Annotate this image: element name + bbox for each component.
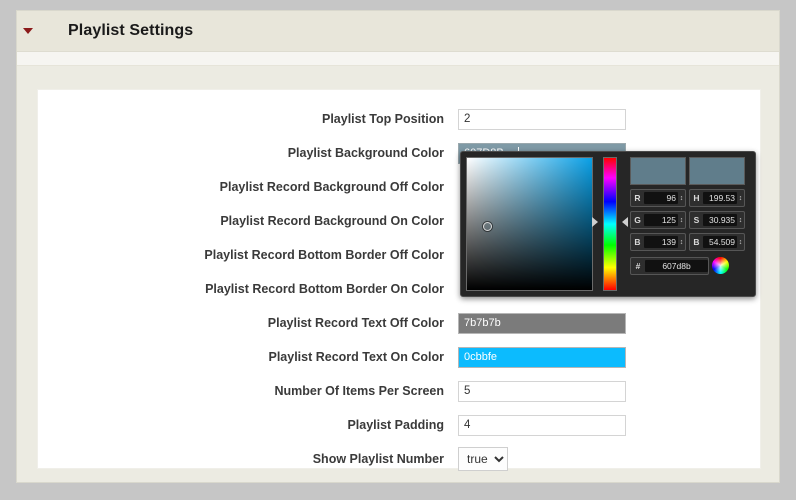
field-green-key: G xyxy=(634,215,641,225)
form-row-playlist-top-position: Playlist Top Position xyxy=(38,102,760,136)
form-row-record-text-off-color: Playlist Record Text Off Color xyxy=(38,306,760,340)
field-red[interactable]: R 96 ↕ xyxy=(630,189,686,207)
field-blue-key: B xyxy=(634,237,641,247)
label-playlist-padding: Playlist Padding xyxy=(347,418,444,432)
select-show-playlist-number[interactable]: true false xyxy=(458,447,508,471)
spinner-brightness-icon[interactable]: ↕ xyxy=(737,239,744,246)
label-playlist-background-color: Playlist Background Color xyxy=(287,146,444,160)
field-red-value[interactable]: 96 xyxy=(644,192,678,204)
color-value-fields: R 96 ↕ H 199.53 ↕ G 125 ↕ S 30.935 ↕ B 1… xyxy=(630,157,748,291)
preview-swatch-previous xyxy=(630,157,686,185)
label-record-bottom-border-off-color: Playlist Record Bottom Border Off Color xyxy=(204,248,444,262)
field-brightness-value[interactable]: 54.509 xyxy=(703,236,737,248)
input-record-text-on-color[interactable] xyxy=(458,346,626,368)
field-green-value[interactable]: 125 xyxy=(644,214,678,226)
label-record-background-off-color: Playlist Record Background Off Color xyxy=(219,180,444,194)
field-hex[interactable]: # 607d8b xyxy=(630,257,709,275)
spinner-green-icon[interactable]: ↕ xyxy=(678,217,685,224)
preview-swatch-current xyxy=(689,157,745,185)
field-saturation-value[interactable]: 30.935 xyxy=(703,214,737,226)
spinner-blue-icon[interactable]: ↕ xyxy=(678,239,685,246)
field-saturation-key: S xyxy=(693,215,700,225)
form-row-record-text-on-color: Playlist Record Text On Color xyxy=(38,340,760,374)
label-playlist-top-position: Playlist Top Position xyxy=(321,112,444,126)
input-number-of-items-per-screen[interactable] xyxy=(458,380,626,402)
spinner-red-icon[interactable]: ↕ xyxy=(678,195,685,202)
toolbar-strip xyxy=(17,52,779,66)
label-number-of-items-per-screen: Number Of Items Per Screen xyxy=(274,384,444,398)
field-blue[interactable]: B 139 ↕ xyxy=(630,233,686,251)
spinner-saturation-icon[interactable]: ↕ xyxy=(737,217,744,224)
label-show-playlist-number: Show Playlist Number xyxy=(312,452,444,466)
hue-slider-bar[interactable] xyxy=(603,157,617,291)
spinner-hue-icon[interactable]: ↕ xyxy=(737,195,744,202)
label-record-text-off-color: Playlist Record Text Off Color xyxy=(267,316,444,330)
label-record-background-on-color: Playlist Record Background On Color xyxy=(220,214,444,228)
field-hex-value[interactable]: 607d8b xyxy=(645,260,708,272)
color-wheel-icon[interactable] xyxy=(712,257,729,274)
hue-arrow-right-icon[interactable] xyxy=(622,217,628,227)
field-brightness[interactable]: B 54.509 ↕ xyxy=(689,233,745,251)
field-brightness-key: B xyxy=(693,237,700,247)
field-hue-key: H xyxy=(693,193,700,203)
screenshot-root: Playlist Settings Playlist Top Position … xyxy=(0,0,796,500)
hue-slider-area[interactable] xyxy=(592,157,628,291)
page-title: Playlist Settings xyxy=(68,22,194,39)
field-blue-value[interactable]: 139 xyxy=(644,236,678,248)
hue-arrow-left-icon[interactable] xyxy=(592,217,598,227)
field-red-key: R xyxy=(634,193,641,203)
caret-down-icon[interactable] xyxy=(23,28,33,34)
field-saturation[interactable]: S 30.935 ↕ xyxy=(689,211,745,229)
form-row-show-playlist-number: Show Playlist Number true false xyxy=(38,442,760,476)
field-green[interactable]: G 125 ↕ xyxy=(630,211,686,229)
label-record-text-on-color: Playlist Record Text On Color xyxy=(268,350,444,364)
input-playlist-padding[interactable] xyxy=(458,414,626,436)
saturation-value-gradient[interactable] xyxy=(466,157,593,291)
panel-titlebar: Playlist Settings xyxy=(17,11,779,52)
label-record-bottom-border-on-color: Playlist Record Bottom Border On Color xyxy=(205,282,444,296)
input-playlist-top-position[interactable] xyxy=(458,108,626,130)
input-record-text-off-color[interactable] xyxy=(458,312,626,334)
color-picker-popup[interactable]: R 96 ↕ H 199.53 ↕ G 125 ↕ S 30.935 ↕ B 1… xyxy=(460,151,756,297)
field-hue[interactable]: H 199.53 ↕ xyxy=(689,189,745,207)
form-row-number-of-items-per-screen: Number Of Items Per Screen xyxy=(38,374,760,408)
field-hex-key: # xyxy=(635,261,641,271)
field-hue-value[interactable]: 199.53 xyxy=(703,192,737,204)
form-row-playlist-padding: Playlist Padding xyxy=(38,408,760,442)
sv-cursor-handle[interactable] xyxy=(483,222,492,231)
